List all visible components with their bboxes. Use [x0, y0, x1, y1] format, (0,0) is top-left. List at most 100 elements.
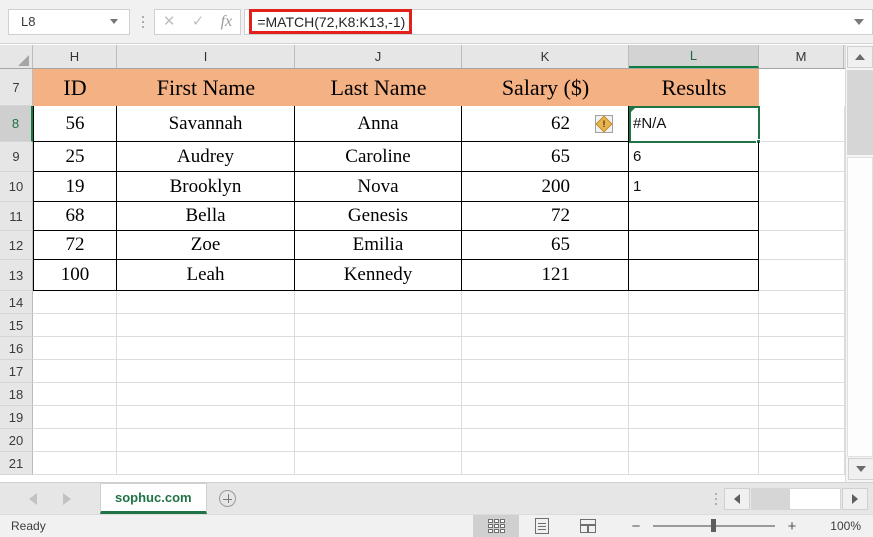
- cell-k9[interactable]: 65: [462, 142, 629, 172]
- horizontal-scroll-track[interactable]: [789, 487, 841, 510]
- normal-view-icon[interactable]: [473, 515, 519, 537]
- horizontal-scrollbar[interactable]: [723, 487, 869, 511]
- empty-cell-m11[interactable]: [759, 202, 845, 231]
- zoom-in-button[interactable]: +: [781, 518, 803, 535]
- empty-cell-j19[interactable]: [295, 406, 462, 429]
- row-header-19[interactable]: 19: [0, 406, 33, 429]
- empty-cell-j14[interactable]: [295, 291, 462, 314]
- check-icon[interactable]: ✓: [192, 14, 205, 29]
- warning-exclamation-icon[interactable]: !: [595, 115, 613, 133]
- cell-j9[interactable]: Caroline: [295, 142, 462, 172]
- cell-i13[interactable]: Leah: [117, 260, 295, 291]
- formula-input[interactable]: =MATCH(72,K8:K13,-1): [244, 8, 873, 35]
- empty-cell-h15[interactable]: [33, 314, 117, 337]
- empty-cell-j16[interactable]: [295, 337, 462, 360]
- empty-cell-i14[interactable]: [117, 291, 295, 314]
- row-header-21[interactable]: 21: [0, 452, 33, 475]
- empty-cell-m13[interactable]: [759, 260, 845, 291]
- column-header-h[interactable]: H: [33, 45, 117, 68]
- empty-cell-m17[interactable]: [759, 360, 845, 383]
- page-break-preview-icon[interactable]: [565, 515, 611, 537]
- empty-cell-m7[interactable]: [759, 69, 845, 106]
- vertical-scroll-thumb[interactable]: [847, 70, 873, 155]
- empty-cell-l14[interactable]: [629, 291, 759, 314]
- empty-cell-i15[interactable]: [117, 314, 295, 337]
- empty-cell-l18[interactable]: [629, 383, 759, 406]
- row-header-8[interactable]: 8: [0, 106, 33, 142]
- cell-l13[interactable]: [629, 260, 759, 291]
- row-header-20[interactable]: 20: [0, 429, 33, 452]
- cell-i10[interactable]: Brooklyn: [117, 172, 295, 202]
- row-header-15[interactable]: 15: [0, 314, 33, 337]
- column-header-l[interactable]: L: [629, 45, 759, 68]
- column-header-k[interactable]: K: [462, 45, 629, 68]
- cell-h9[interactable]: 25: [33, 142, 117, 172]
- empty-cell-m18[interactable]: [759, 383, 845, 406]
- column-header-j[interactable]: J: [295, 45, 462, 68]
- zoom-slider[interactable]: [653, 519, 775, 533]
- cell-j8[interactable]: Anna: [295, 106, 462, 142]
- empty-cell-j17[interactable]: [295, 360, 462, 383]
- empty-cell-i18[interactable]: [117, 383, 295, 406]
- chevron-down-icon[interactable]: [110, 19, 119, 24]
- column-header-i[interactable]: I: [117, 45, 295, 68]
- empty-cell-l15[interactable]: [629, 314, 759, 337]
- cell-j11[interactable]: Genesis: [295, 202, 462, 231]
- empty-cell-h14[interactable]: [33, 291, 117, 314]
- empty-cell-i21[interactable]: [117, 452, 295, 475]
- cell-i11[interactable]: Bella: [117, 202, 295, 231]
- x-icon[interactable]: ✕: [163, 14, 176, 29]
- empty-cell-k16[interactable]: [462, 337, 629, 360]
- empty-cell-k20[interactable]: [462, 429, 629, 452]
- row-header-9[interactable]: 9: [0, 142, 33, 172]
- empty-cell-h16[interactable]: [33, 337, 117, 360]
- empty-cell-h21[interactable]: [33, 452, 117, 475]
- cell-h12[interactable]: 72: [33, 231, 117, 260]
- zoom-out-button[interactable]: −: [625, 518, 647, 535]
- cell-h10[interactable]: 19: [33, 172, 117, 202]
- triangle-right-icon[interactable]: [842, 487, 868, 510]
- column-header-m[interactable]: M: [759, 45, 844, 68]
- empty-cell-k14[interactable]: [462, 291, 629, 314]
- row-header-18[interactable]: 18: [0, 383, 33, 406]
- cell-l11[interactable]: [629, 202, 759, 231]
- cell-l10[interactable]: 1: [629, 172, 759, 202]
- zoom-level-label[interactable]: 100%: [813, 519, 861, 533]
- empty-cell-k17[interactable]: [462, 360, 629, 383]
- empty-cell-l16[interactable]: [629, 337, 759, 360]
- row-header-11[interactable]: 11: [0, 202, 33, 231]
- empty-cell-k18[interactable]: [462, 383, 629, 406]
- empty-cell-m14[interactable]: [759, 291, 845, 314]
- cell-i8[interactable]: Savannah: [117, 106, 295, 142]
- empty-cell-m21[interactable]: [759, 452, 845, 475]
- cell-l8[interactable]: #N/A: [629, 106, 759, 142]
- cell-j10[interactable]: Nova: [295, 172, 462, 202]
- empty-cell-h19[interactable]: [33, 406, 117, 429]
- empty-cell-j15[interactable]: [295, 314, 462, 337]
- empty-cell-i20[interactable]: [117, 429, 295, 452]
- empty-cell-m10[interactable]: [759, 172, 845, 202]
- cell-i12[interactable]: Zoe: [117, 231, 295, 260]
- triangle-left-icon[interactable]: [724, 487, 750, 510]
- empty-cell-m16[interactable]: [759, 337, 845, 360]
- empty-cell-m20[interactable]: [759, 429, 845, 452]
- empty-cell-i17[interactable]: [117, 360, 295, 383]
- select-all-corner[interactable]: [0, 45, 33, 68]
- sheet-tab-sophuc[interactable]: sophuc.com: [100, 483, 207, 514]
- worksheet-grid[interactable]: ID First Name Last Name Salary ($) Resul…: [33, 69, 845, 482]
- empty-cell-k19[interactable]: [462, 406, 629, 429]
- empty-cell-i16[interactable]: [117, 337, 295, 360]
- empty-cell-l19[interactable]: [629, 406, 759, 429]
- cell-j13[interactable]: Kennedy: [295, 260, 462, 291]
- cell-l12[interactable]: [629, 231, 759, 260]
- vertical-scrollbar[interactable]: [845, 45, 873, 482]
- triangle-left-icon[interactable]: [29, 492, 37, 505]
- empty-cell-l17[interactable]: [629, 360, 759, 383]
- triangle-up-icon[interactable]: [847, 46, 873, 68]
- vertical-scroll-track[interactable]: [847, 157, 873, 457]
- cell-j12[interactable]: Emilia: [295, 231, 462, 260]
- cell-k11[interactable]: 72: [462, 202, 629, 231]
- empty-cell-h18[interactable]: [33, 383, 117, 406]
- row-header-17[interactable]: 17: [0, 360, 33, 383]
- row-header-7[interactable]: 7: [0, 69, 33, 106]
